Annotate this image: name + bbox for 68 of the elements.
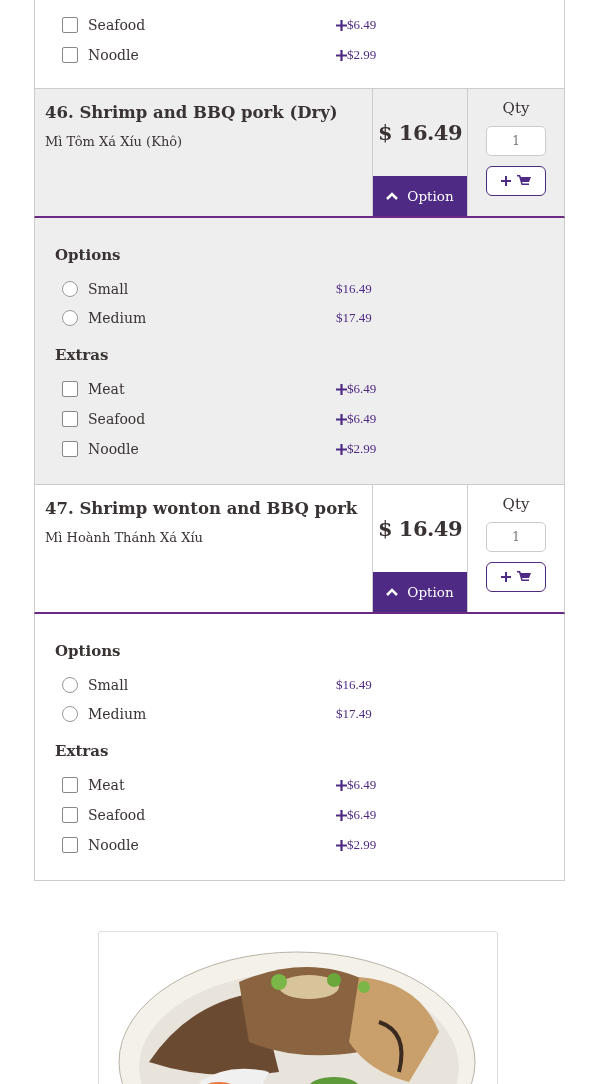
option-price: $16.49 bbox=[336, 676, 372, 693]
extra-price: $2.99 bbox=[347, 441, 377, 457]
extras-heading: Extras bbox=[55, 742, 110, 760]
option-price: $17.49 bbox=[336, 309, 372, 326]
item-title: 46. Shrimp and BBQ pork (Dry) bbox=[45, 103, 339, 122]
checkbox[interactable] bbox=[62, 17, 78, 33]
option-label: Medium bbox=[88, 309, 148, 326]
plus-icon bbox=[336, 779, 347, 791]
option-button[interactable]: Option bbox=[373, 176, 467, 216]
add-to-cart-button[interactable] bbox=[486, 166, 546, 196]
option-button[interactable]: Option bbox=[373, 572, 467, 612]
option-label: Medium bbox=[88, 705, 148, 722]
checkbox[interactable] bbox=[62, 411, 78, 427]
radio-button[interactable] bbox=[62, 705, 78, 722]
extra-price: $6.49 bbox=[347, 777, 377, 793]
extras-heading: Extras bbox=[55, 346, 110, 364]
extra-label: Meat bbox=[88, 777, 126, 793]
checkbox[interactable] bbox=[62, 837, 78, 853]
item-subtitle: Mì Hoành Thánh Xá Xíu bbox=[45, 530, 204, 545]
checkbox[interactable] bbox=[62, 777, 78, 793]
extra-price: $6.49 bbox=[347, 381, 377, 397]
radio-button[interactable] bbox=[62, 280, 78, 297]
qty-input[interactable]: 1 bbox=[486, 522, 546, 552]
extra-label: Noodle bbox=[88, 837, 140, 853]
extra-label: Meat bbox=[88, 381, 126, 397]
options-heading: Options bbox=[55, 642, 122, 660]
extra-price: $2.99 bbox=[347, 837, 377, 853]
plus-icon bbox=[336, 839, 347, 851]
checkbox[interactable] bbox=[62, 441, 78, 457]
extra-price: $6.49 bbox=[347, 411, 377, 427]
plus-icon bbox=[336, 413, 347, 425]
radio-button[interactable] bbox=[62, 309, 78, 326]
radio-button[interactable] bbox=[62, 676, 78, 693]
plus-icon bbox=[336, 49, 347, 61]
plus-icon bbox=[501, 176, 511, 186]
checkbox[interactable] bbox=[62, 47, 78, 63]
checkbox[interactable] bbox=[62, 381, 78, 397]
plus-icon bbox=[336, 19, 347, 31]
item-title: 47. Shrimp wonton and BBQ pork bbox=[45, 499, 359, 518]
qty-input[interactable]: 1 bbox=[486, 126, 546, 156]
plus-icon bbox=[501, 572, 511, 582]
item-price: $ 16.49 bbox=[377, 120, 463, 145]
extra-label: Seafood bbox=[88, 17, 147, 33]
cart-icon bbox=[517, 175, 531, 187]
extra-label: Noodle bbox=[88, 441, 140, 457]
chevron-icon bbox=[386, 588, 399, 596]
extra-label: Seafood bbox=[88, 807, 147, 823]
item-price: $ 16.49 bbox=[377, 516, 463, 541]
extra-label: Noodle bbox=[88, 47, 140, 63]
option-label: Small bbox=[88, 280, 130, 297]
extra-label: Seafood bbox=[88, 411, 147, 427]
options-heading: Options bbox=[55, 246, 122, 264]
chevron-icon bbox=[386, 192, 399, 200]
extra-price: $2.99 bbox=[347, 47, 377, 63]
plus-icon bbox=[336, 809, 347, 821]
cart-icon bbox=[517, 571, 531, 583]
extra-price: $6.49 bbox=[347, 17, 377, 33]
add-to-cart-button[interactable] bbox=[486, 562, 546, 592]
plus-icon bbox=[336, 383, 347, 395]
option-label: Small bbox=[88, 676, 130, 693]
qty-label: Qty bbox=[502, 99, 530, 117]
checkbox[interactable] bbox=[62, 807, 78, 823]
item-subtitle: Mì Tôm Xá Xíu (Khô) bbox=[45, 134, 184, 149]
option-price: $17.49 bbox=[336, 705, 372, 722]
option-price: $16.49 bbox=[336, 280, 372, 297]
plus-icon bbox=[336, 443, 347, 455]
extra-price: $6.49 bbox=[347, 807, 377, 823]
qty-label: Qty bbox=[502, 495, 530, 513]
